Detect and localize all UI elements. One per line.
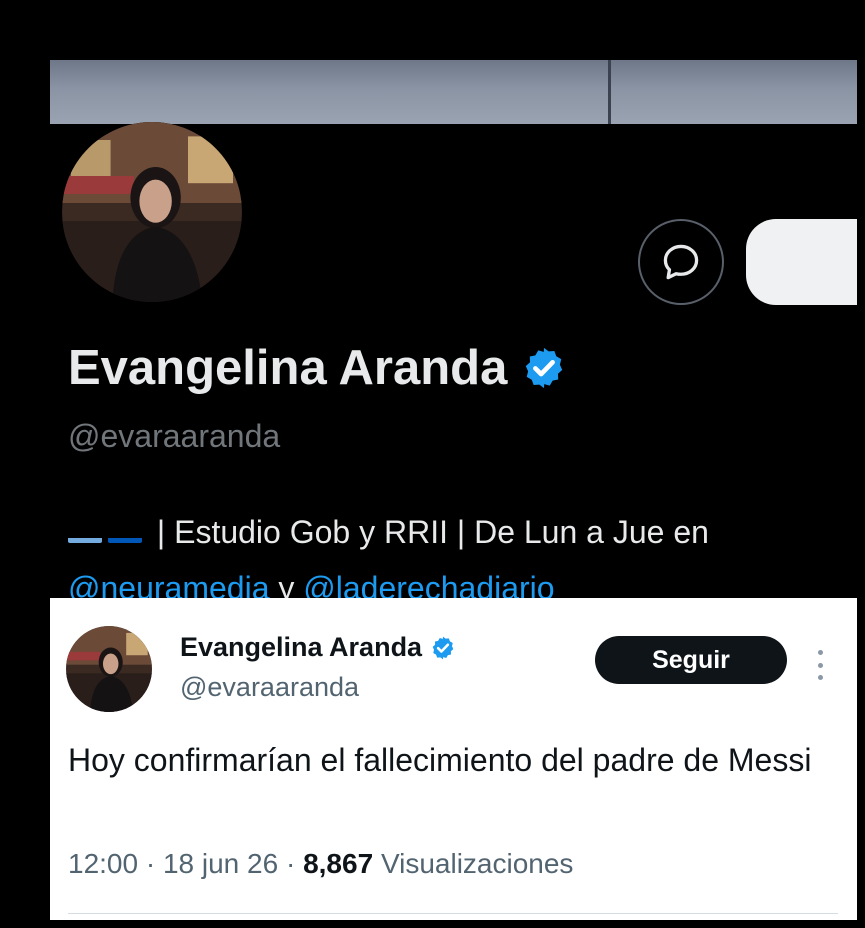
tweet-time[interactable]: 12:00 bbox=[68, 848, 138, 879]
follow-button[interactable] bbox=[746, 219, 857, 305]
bio-text: | Estudio Gob y RRII | De Lun a Jue en bbox=[148, 514, 709, 550]
more-options-icon[interactable] bbox=[816, 650, 824, 680]
ukraine-flag-icon bbox=[108, 521, 142, 543]
argentina-flag-icon bbox=[68, 521, 102, 543]
views-count: 8,867 bbox=[303, 848, 374, 879]
tweet-author-name-text: Evangelina Aranda bbox=[180, 632, 423, 662]
screenshot-frame: Evangelina Aranda @evaraaranda | Estudio… bbox=[50, 60, 857, 920]
banner-pole bbox=[608, 60, 611, 124]
verified-badge-icon bbox=[526, 347, 563, 389]
tweet-metadata: 12:00 · 18 jun 26 · 8,867 Visualizacione… bbox=[68, 848, 573, 880]
tweet-card: Evangelina Aranda @evaraaranda Seguir Ho… bbox=[50, 598, 857, 920]
tweet-text: Hoy confirmarían el fallecimiento del pa… bbox=[68, 742, 812, 778]
profile-header: Evangelina Aranda @evaraaranda | Estudio… bbox=[50, 122, 857, 632]
seguir-button[interactable]: Seguir bbox=[595, 636, 787, 684]
tweet-author-handle[interactable]: @evaraaranda bbox=[180, 672, 359, 703]
views-label: Visualizaciones bbox=[380, 848, 574, 879]
avatar-photo bbox=[62, 122, 242, 302]
profile-avatar[interactable] bbox=[62, 122, 242, 302]
profile-name-text: Evangelina Aranda bbox=[68, 341, 508, 395]
verified-badge-icon bbox=[432, 636, 454, 659]
tweet-avatar-photo bbox=[66, 626, 152, 712]
message-button[interactable] bbox=[638, 219, 724, 305]
tweet-author-avatar[interactable] bbox=[66, 626, 152, 712]
divider bbox=[68, 913, 838, 914]
profile-banner bbox=[50, 60, 857, 124]
message-icon bbox=[663, 244, 699, 280]
meta-separator: · bbox=[138, 848, 163, 879]
profile-name: Evangelina Aranda bbox=[68, 340, 567, 396]
meta-separator: · bbox=[278, 848, 304, 879]
tweet-date[interactable]: 18 jun 26 bbox=[163, 848, 278, 879]
tweet-author-name[interactable]: Evangelina Aranda bbox=[180, 632, 456, 663]
bio-line-1: | Estudio Gob y RRII | De Lun a Jue en bbox=[68, 504, 709, 560]
profile-handle: @evaraaranda bbox=[68, 418, 281, 454]
